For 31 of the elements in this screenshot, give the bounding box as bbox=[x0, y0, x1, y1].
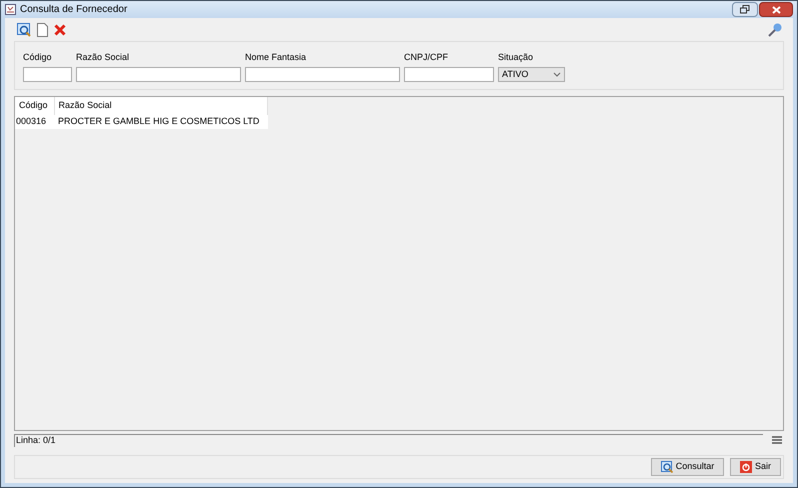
chevron-down-icon bbox=[553, 72, 561, 77]
status-dropdown[interactable]: ATIVO bbox=[498, 67, 565, 82]
menu-icon[interactable] bbox=[772, 436, 782, 444]
close-icon bbox=[772, 6, 780, 14]
input-field[interactable] bbox=[404, 67, 494, 82]
exit-button[interactable]: Sair bbox=[730, 458, 781, 476]
field-label: Razão Social bbox=[76, 51, 130, 62]
search-button[interactable]: Consultar bbox=[651, 458, 724, 476]
search-icon[interactable] bbox=[17, 22, 31, 36]
close-button[interactable] bbox=[759, 2, 793, 17]
table-cell: 000316 bbox=[15, 115, 54, 128]
new-document-icon[interactable] bbox=[37, 22, 48, 36]
table-cell: PROCTER E GAMBLE HIG E COSMETICOS LTD bbox=[54, 115, 268, 128]
restore-button[interactable] bbox=[732, 2, 758, 17]
field-label: Nome Fantasia bbox=[245, 51, 308, 62]
field-label: Situação bbox=[498, 51, 534, 62]
input-field[interactable] bbox=[245, 67, 400, 82]
row-counter: Linha: 0/1 bbox=[15, 434, 56, 447]
window-title: Consulta de Fornecedor bbox=[20, 3, 128, 17]
power-icon bbox=[740, 461, 752, 473]
search-icon bbox=[660, 461, 673, 473]
close-icon[interactable] bbox=[54, 24, 66, 36]
input-field[interactable] bbox=[76, 67, 241, 82]
key-icon[interactable] bbox=[768, 22, 782, 36]
column-header[interactable]: Razão Social bbox=[54, 97, 268, 115]
column-header[interactable]: Código bbox=[15, 97, 54, 115]
field-label: Código bbox=[23, 51, 53, 62]
app-icon bbox=[5, 4, 16, 15]
restore-icon bbox=[740, 5, 750, 14]
field-label: CNPJ/CPF bbox=[404, 51, 450, 62]
input-field[interactable] bbox=[23, 67, 72, 82]
